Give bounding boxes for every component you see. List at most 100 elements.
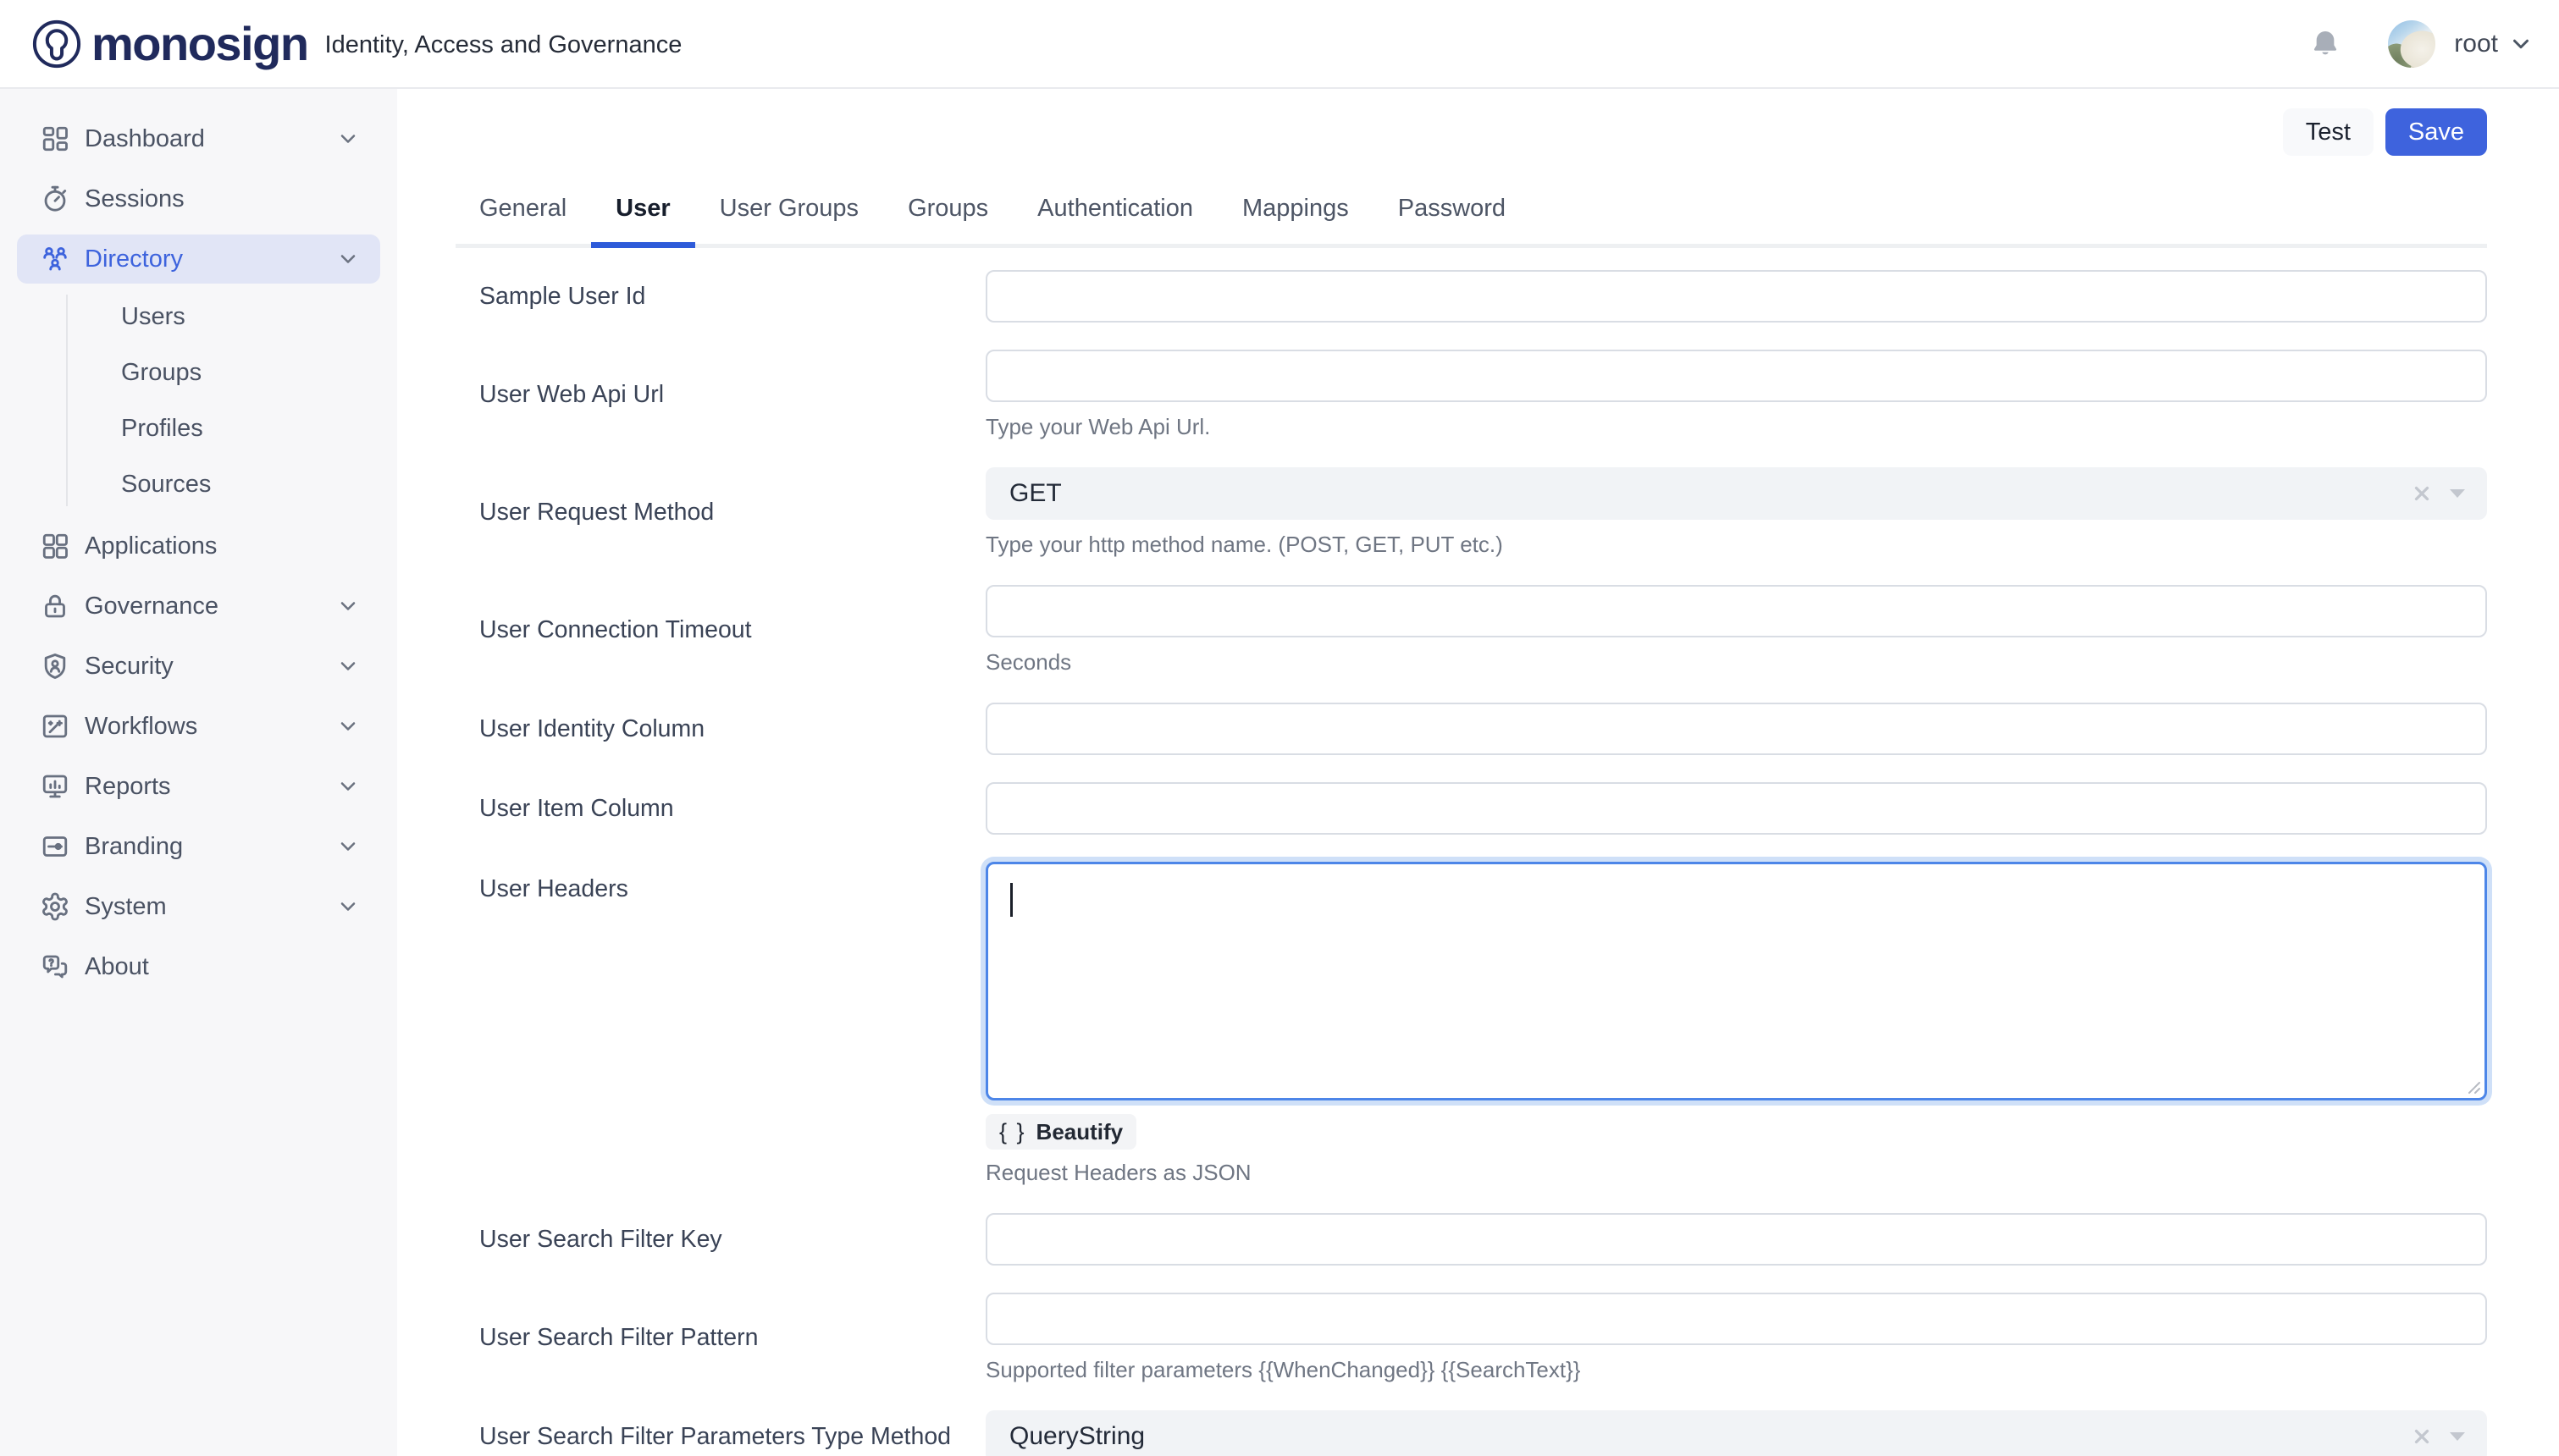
sidebar-item-groups[interactable]: Groups [121,350,397,394]
top-header: monosign Identity, Access and Governance… [0,0,2559,89]
sidebar-item-about[interactable]: About [17,942,380,991]
sidebar-item-sessions[interactable]: Sessions [17,174,380,223]
clear-icon[interactable] [2411,1426,2433,1448]
sidebar-subitem-label: Groups [121,359,202,387]
braces-icon: { } [999,1119,1026,1145]
sample-user-id-input[interactable] [986,270,2487,323]
sidebar-item-applications[interactable]: Applications [17,521,380,571]
form-row: User Headers { } Beautify Request Header… [479,862,2487,1186]
sidebar-subitem-label: Profiles [121,415,203,443]
user-settings-form: Sample User Id User Web Api Url Type you… [479,270,2487,1456]
field-label: User Search Filter Pattern [479,1324,986,1352]
sidebar-item-system[interactable]: System [17,882,380,931]
user-headers-textarea[interactable] [986,862,2487,1100]
user-search-filter-parameters-type-method-select[interactable]: QueryString [986,1410,2487,1456]
main-content: Test Save General User User Groups Group… [397,89,2559,1456]
brand-tagline: Identity, Access and Governance [325,31,683,59]
field-helper: Type your http method name. (POST, GET, … [986,532,2487,558]
sidebar-item-label: About [85,953,149,981]
sidebar-item-label: Directory [85,245,183,273]
monosign-keyhole-icon [30,18,83,70]
sidebar-item-workflows[interactable]: Workflows [17,702,380,751]
sidebar-item-label: Security [85,653,174,681]
sidebar-item-profiles[interactable]: Profiles [121,406,397,450]
sidebar-item-governance[interactable]: Governance [17,582,380,631]
field-helper: Seconds [986,649,2487,676]
sidebar-item-branding[interactable]: Branding [17,822,380,871]
username: root [2454,30,2498,58]
dropdown-caret-icon[interactable] [2448,1431,2467,1442]
form-row: Sample User Id [479,270,2487,323]
user-connection-timeout-input[interactable] [986,585,2487,637]
chevron-down-icon [336,714,360,738]
form-row: User Web Api Url Type your Web Api Url. [479,350,2487,440]
sidebar-item-label: Applications [85,532,217,560]
field-label: User Headers [479,875,986,1186]
tab-mappings[interactable]: Mappings [1242,181,1349,244]
directory-submenu: Users Groups Profiles Sources [66,295,397,506]
chevron-down-icon [336,247,360,271]
dropdown-caret-icon[interactable] [2448,488,2467,499]
sidebar-item-directory[interactable]: Directory [17,234,380,284]
field-label: Sample User Id [479,283,986,311]
tab-general[interactable]: General [479,181,567,244]
sidebar-item-users[interactable]: Users [121,295,397,339]
apps-grid-icon [40,531,70,561]
sidebar-item-security[interactable]: Security [17,642,380,691]
text-cursor [1010,883,1013,917]
form-row: User Item Column [479,782,2487,835]
beautify-button[interactable]: { } Beautify [986,1114,1136,1150]
form-row: User Request Method GET Type your http m… [479,467,2487,558]
brand-logo[interactable]: monosign [30,16,308,71]
user-request-method-select[interactable]: GET [986,467,2487,520]
form-row: User Connection Timeout Seconds [479,585,2487,676]
sidebar-subitem-label: Users [121,303,185,331]
toolbar: Test Save [479,108,2487,156]
sidebar-item-sources[interactable]: Sources [121,462,397,506]
tab-groups[interactable]: Groups [908,181,988,244]
sidebar-subitem-label: Sources [121,471,211,499]
sidebar-item-label: Workflows [85,713,197,741]
user-avatar[interactable] [2388,20,2435,68]
gear-icon [40,891,70,922]
tab-authentication[interactable]: Authentication [1037,181,1193,244]
field-label: User Request Method [479,499,986,527]
form-row: User Search Filter Parameters Type Metho… [479,1410,2487,1456]
user-search-filter-key-input[interactable] [986,1213,2487,1266]
chat-question-icon [40,951,70,982]
user-item-column-input[interactable] [986,782,2487,835]
test-button[interactable]: Test [2283,108,2374,156]
sidebar-item-label: Reports [85,773,171,801]
user-identity-column-input[interactable] [986,703,2487,755]
user-search-filter-pattern-input[interactable] [986,1293,2487,1345]
selected-value: QueryString [1009,1422,1145,1451]
field-label: User Connection Timeout [479,616,986,644]
tab-bar: General User User Groups Groups Authenti… [456,181,2487,248]
form-row: User Search Filter Key [479,1213,2487,1266]
users-icon [40,244,70,274]
chevron-down-icon [336,835,360,858]
clear-icon[interactable] [2411,483,2433,505]
tab-user[interactable]: User [616,181,671,244]
sidebar-item-reports[interactable]: Reports [17,762,380,811]
user-menu-chevron-icon[interactable] [2508,31,2534,57]
field-helper: Request Headers as JSON [986,1160,2487,1186]
resize-grip-icon[interactable] [2462,1076,2481,1095]
selected-value: GET [1009,479,1062,508]
save-button[interactable]: Save [2385,108,2487,156]
notification-bell-icon[interactable] [2308,27,2342,61]
stopwatch-icon [40,184,70,214]
lock-icon [40,591,70,621]
user-web-api-url-input[interactable] [986,350,2487,402]
sidebar-item-label: System [85,893,167,921]
field-helper: Supported filter parameters {{WhenChange… [986,1357,2487,1383]
sidebar-item-label: Branding [85,833,183,861]
sidebar-item-label: Sessions [85,185,185,213]
sidebar-item-dashboard[interactable]: Dashboard [17,114,380,163]
sidebar-item-label: Dashboard [85,125,205,153]
tab-user-groups[interactable]: User Groups [720,181,859,244]
chevron-down-icon [336,594,360,618]
chevron-down-icon [336,654,360,678]
tab-password[interactable]: Password [1398,181,1506,244]
beautify-label: Beautify [1036,1119,1124,1145]
